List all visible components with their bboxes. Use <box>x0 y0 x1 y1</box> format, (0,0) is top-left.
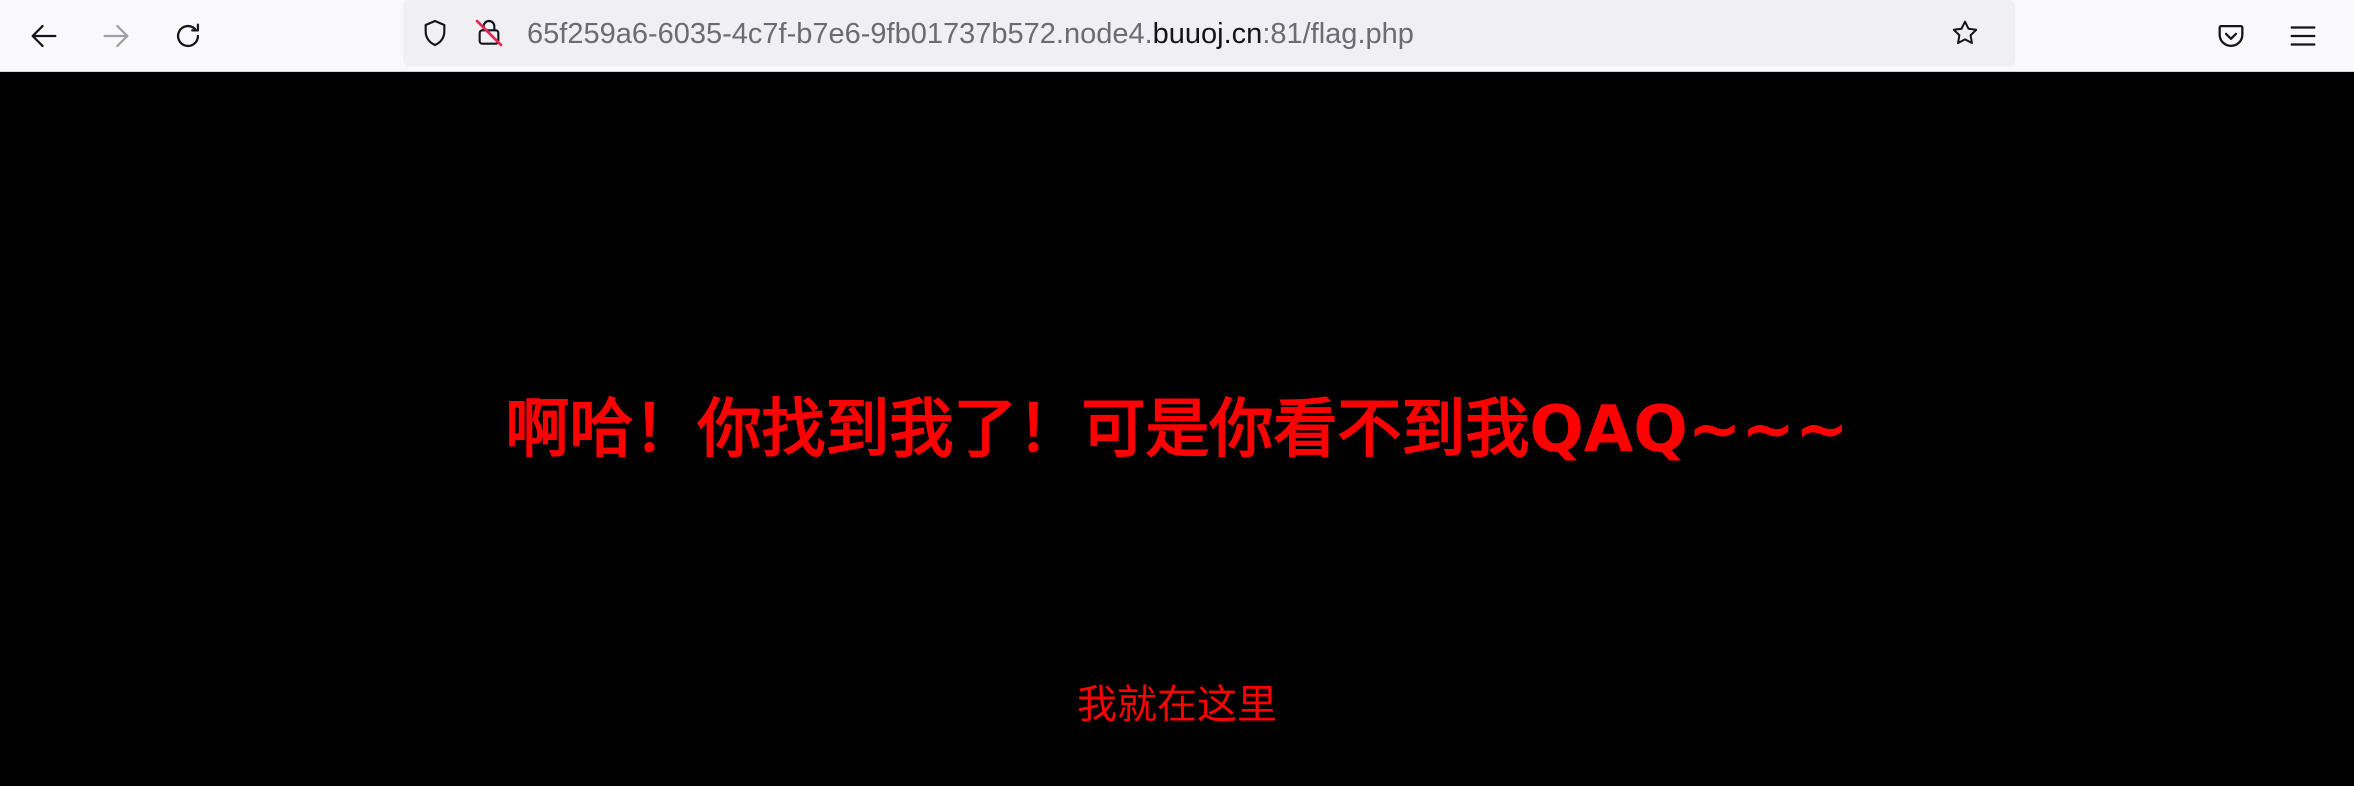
app-menu-button[interactable] <box>2279 12 2327 60</box>
star-icon <box>1952 20 1978 44</box>
forward-button[interactable] <box>92 12 140 60</box>
tracking-protection-button[interactable] <box>415 13 455 53</box>
insecure-lock-icon <box>475 19 503 47</box>
reload-button[interactable] <box>164 12 212 60</box>
url-prefix: 65f259a6-6035-4c7f-b7e6-9fb01737b572.nod… <box>527 18 1153 50</box>
url-text[interactable]: 65f259a6-6035-4c7f-b7e6-9fb01737b572.nod… <box>527 14 1414 54</box>
browser-toolbar: 65f259a6-6035-4c7f-b7e6-9fb01737b572.nod… <box>0 0 2354 72</box>
pocket-icon <box>2218 24 2244 47</box>
url-domain: buuoj.cn <box>1152 18 1263 50</box>
url-bar[interactable]: 65f259a6-6035-4c7f-b7e6-9fb01737b572.nod… <box>403 0 2015 66</box>
back-arrow-icon <box>31 24 57 48</box>
page-headline: 啊哈！你找到我了！可是你看不到我QAQ~~~ <box>505 393 1849 467</box>
pocket-button[interactable] <box>2207 12 2255 60</box>
hidden-hint-text: 我就在这里 <box>1077 682 1277 728</box>
reload-icon <box>176 23 200 48</box>
back-button[interactable] <box>20 12 68 60</box>
connection-info-button[interactable] <box>469 13 509 53</box>
bookmark-button[interactable] <box>1945 13 1985 53</box>
page-content: 啊哈！你找到我了！可是你看不到我QAQ~~~ 我就在这里 <box>0 72 2354 786</box>
browser-window: 65f259a6-6035-4c7f-b7e6-9fb01737b572.nod… <box>0 0 2354 786</box>
forward-arrow-icon <box>103 24 129 48</box>
shield-icon <box>424 19 446 47</box>
url-suffix: :81/flag.php <box>1262 18 1414 50</box>
hamburger-menu-icon <box>2290 26 2316 46</box>
